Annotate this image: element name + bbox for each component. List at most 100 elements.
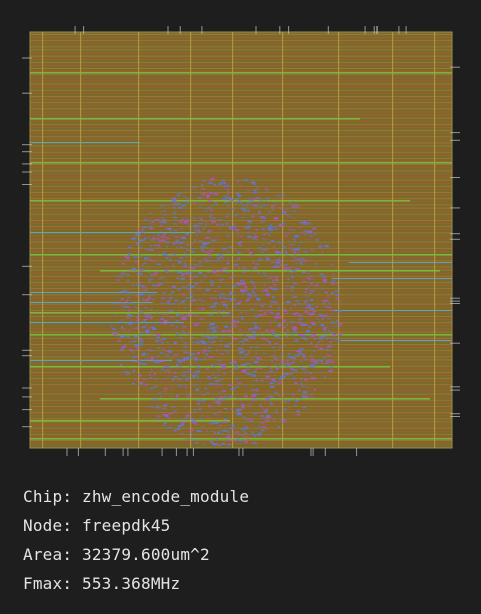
placed-cell: [160, 297, 166, 299]
placed-cell: [229, 277, 233, 279]
placed-cell: [157, 404, 159, 406]
placed-cell: [162, 313, 167, 315]
placed-cell: [111, 328, 116, 331]
placed-cell: [255, 228, 259, 231]
placed-cell: [223, 418, 228, 420]
placed-cell: [192, 374, 197, 377]
cell-row: [30, 433, 452, 435]
placed-cell: [208, 230, 213, 232]
placed-cell: [178, 427, 181, 430]
placed-cell: [150, 308, 153, 311]
placed-cell: [160, 211, 164, 213]
placed-cell: [299, 348, 304, 351]
placed-cell: [207, 182, 212, 185]
placed-cell: [299, 383, 301, 385]
placed-cell: [191, 250, 194, 253]
placed-cell: [142, 363, 147, 365]
placed-cell: [303, 334, 307, 336]
placed-cell: [266, 232, 269, 234]
cell-row: [30, 61, 452, 63]
placed-cell: [159, 319, 164, 321]
placed-cell: [243, 209, 249, 211]
placed-cell: [209, 249, 214, 251]
cell-row: [30, 238, 452, 240]
placed-cell: [138, 374, 142, 377]
placed-cell: [192, 409, 198, 411]
placed-cell: [175, 394, 179, 397]
placed-cell: [280, 414, 282, 417]
placed-cell: [277, 228, 279, 230]
placed-cell: [241, 344, 244, 346]
placed-cell: [216, 223, 220, 226]
cell-row: [30, 427, 452, 429]
placed-cell: [178, 307, 180, 309]
placed-cell: [203, 349, 207, 352]
placed-cell: [205, 242, 211, 244]
io-wire: [30, 292, 158, 293]
placed-cell: [202, 351, 205, 354]
placed-cell: [317, 283, 319, 285]
placed-cell: [256, 387, 258, 390]
placed-cell: [232, 404, 236, 406]
placed-cell: [225, 300, 228, 303]
placed-cell: [331, 292, 334, 295]
placed-cell: [157, 415, 162, 418]
placed-cell: [118, 321, 124, 324]
placed-cell: [280, 401, 282, 403]
placed-cell: [300, 360, 303, 362]
placed-cell: [248, 220, 252, 222]
placed-cell: [301, 271, 306, 274]
placed-cell: [167, 227, 172, 230]
placed-cell: [212, 444, 217, 446]
placed-cell: [254, 239, 258, 241]
placed-cell: [330, 337, 333, 339]
placed-cell: [209, 192, 213, 195]
placed-cell: [188, 270, 192, 272]
placed-cell: [195, 388, 199, 391]
placed-cell: [324, 291, 328, 294]
placed-cell: [240, 364, 242, 366]
placed-cell: [177, 194, 179, 197]
placed-cell: [270, 276, 273, 278]
placed-cell: [326, 306, 332, 309]
placed-cell: [127, 246, 132, 248]
placed-cell: [208, 405, 212, 408]
placed-cell: [201, 415, 203, 418]
placed-cell: [313, 350, 315, 352]
placed-cell: [298, 269, 301, 270]
placed-cell: [310, 342, 313, 344]
cell-row: [30, 344, 452, 345]
placed-cell: [222, 359, 224, 361]
placed-cell: [178, 206, 183, 209]
placed-cell: [176, 359, 180, 361]
placed-cell: [322, 276, 328, 278]
placed-cell: [278, 207, 284, 209]
placed-cell: [306, 295, 309, 297]
placed-cell: [182, 374, 187, 377]
placed-cell: [282, 212, 287, 214]
placed-cell: [146, 267, 149, 269]
placed-cell: [305, 288, 308, 290]
placed-cell: [319, 339, 324, 341]
placed-cell: [141, 229, 144, 231]
placed-cell: [328, 302, 330, 304]
placed-cell: [252, 374, 256, 377]
placed-cell: [300, 231, 303, 234]
placed-cell: [222, 297, 228, 300]
placed-cell: [172, 265, 175, 267]
cell-row: [30, 148, 452, 150]
placed-cell: [227, 329, 230, 331]
placed-cell: [185, 393, 189, 395]
placed-cell: [256, 379, 258, 381]
placed-cell: [287, 353, 292, 355]
metal-route: [30, 366, 390, 368]
placed-cell: [192, 202, 197, 204]
placed-cell: [202, 307, 205, 310]
io-wire: [331, 278, 452, 279]
placed-cell: [170, 255, 173, 257]
placed-cell: [236, 384, 238, 386]
placed-cell: [156, 284, 160, 287]
placed-cell: [280, 419, 284, 422]
placed-cell: [277, 304, 280, 306]
placed-cell: [231, 274, 236, 276]
